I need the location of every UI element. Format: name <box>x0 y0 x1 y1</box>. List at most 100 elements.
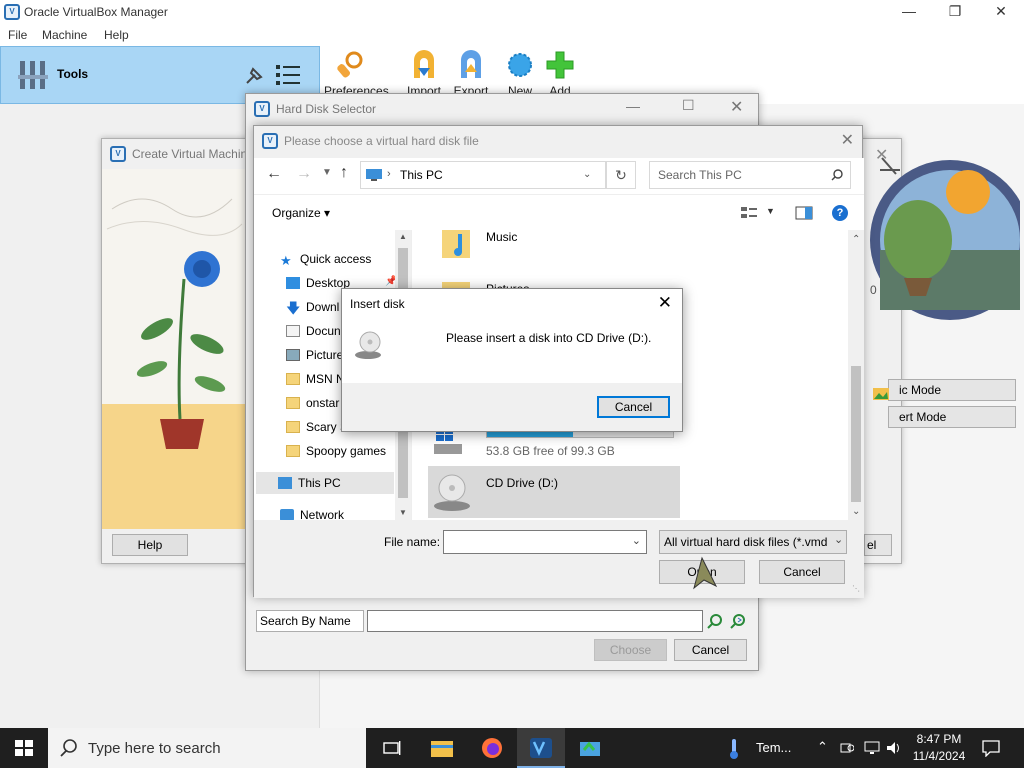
menu-help[interactable]: Help <box>104 28 129 42</box>
export-icon <box>461 50 481 78</box>
volume-icon[interactable] <box>886 740 902 756</box>
refresh-button[interactable]: ↻ <box>606 161 636 189</box>
menu-bar: File Machine Help <box>0 24 1024 46</box>
disk-free-space: 53.8 GB free of 99.3 GB <box>486 444 615 458</box>
view-options-icon[interactable] <box>740 205 758 221</box>
insert-disk-cancel-button[interactable]: Cancel <box>597 396 670 418</box>
search-icon[interactable] <box>706 612 724 630</box>
hds-close-button[interactable]: ✕ <box>730 97 743 117</box>
wizard-close-button[interactable]: ✕ <box>875 145 888 165</box>
windows-start-icon[interactable] <box>15 740 33 756</box>
tree-item-quick-access[interactable]: ★ Quick access <box>280 248 398 270</box>
resize-grip-icon[interactable]: ⋱ <box>852 584 860 593</box>
virtualbox-icon <box>530 738 552 758</box>
virtualbox-logo-icon: V <box>4 4 20 20</box>
scroll-up-icon[interactable]: ⌃ <box>852 234 860 245</box>
wizard-cancel-button[interactable]: el <box>864 534 892 556</box>
insert-disk-body: Please insert a disk into CD Drive (D:). <box>342 319 682 383</box>
hds-search-input[interactable] <box>367 610 703 632</box>
file-chooser-cancel-button[interactable]: Cancel <box>759 560 845 584</box>
image-icon <box>873 388 889 400</box>
pictures-icon <box>286 349 300 361</box>
weather-temperature[interactable]: Tem... <box>756 740 791 755</box>
import-icon <box>414 50 434 78</box>
close-button[interactable]: ✕ <box>978 0 1024 24</box>
choose-button[interactable]: Choose <box>594 639 667 661</box>
preview-pane-icon[interactable] <box>795 206 813 220</box>
network-icon <box>280 509 294 520</box>
clock-time[interactable]: 8:47 PM <box>914 732 964 746</box>
menu-machine[interactable]: Machine <box>42 28 87 42</box>
file-explorer-icon <box>431 741 453 757</box>
tree-label: Spoopy games <box>306 444 387 458</box>
application-icon <box>580 741 600 756</box>
taskbar-search-placeholder: Type here to search <box>88 740 221 757</box>
file-explorer-taskbar-button[interactable] <box>418 728 466 768</box>
up-arrow-icon[interactable]: ↑ <box>340 164 348 182</box>
cd-drive-item[interactable]: CD Drive (D:) <box>428 466 680 518</box>
file-type-select[interactable]: All virtual hard disk files (*.vmd <box>659 530 847 554</box>
meet-now-icon[interactable] <box>840 740 854 756</box>
hds-maximize-button[interactable]: ☐ <box>682 97 695 114</box>
recent-locations-chevron-icon[interactable]: ▼ <box>322 167 332 178</box>
task-view-button[interactable] <box>368 728 416 768</box>
document-icon <box>286 325 300 337</box>
minimize-button[interactable]: — <box>886 0 932 24</box>
tree-item-spoopy-games[interactable]: Spoopy games <box>286 440 396 462</box>
file-list-scrollbar[interactable]: ⌃ ⌄ <box>848 230 864 520</box>
virtualbox-taskbar-button[interactable] <box>517 728 565 768</box>
file-name-input[interactable]: ⌄ <box>443 530 647 554</box>
help-button[interactable]: Help <box>112 534 188 556</box>
tree-item-network[interactable]: Network <box>280 504 398 520</box>
thermometer-icon[interactable] <box>728 738 740 760</box>
maximize-button[interactable]: ❐ <box>932 0 978 24</box>
address-bar[interactable]: › This PC ⌄ <box>360 161 606 189</box>
guided-mode-button[interactable]: ic Mode <box>888 379 1016 401</box>
tree-label: Picture <box>306 348 344 362</box>
app-taskbar-button[interactable] <box>566 728 614 768</box>
scroll-down-icon[interactable]: ▼ <box>399 508 407 517</box>
music-label[interactable]: Music <box>486 230 517 244</box>
file-chooser-close-button[interactable]: ✕ <box>841 130 854 150</box>
firefox-taskbar-button[interactable] <box>468 728 516 768</box>
music-folder-icon <box>442 230 470 258</box>
folder-icon <box>286 445 300 457</box>
file-name-dropdown-icon[interactable]: ⌄ <box>632 534 641 547</box>
network-icon[interactable] <box>864 740 880 756</box>
menu-file[interactable]: File <box>8 28 27 42</box>
tray-chevron-icon[interactable]: ⌃ <box>817 739 828 755</box>
preferences-icon <box>337 51 363 78</box>
view-dropdown-icon[interactable]: ▼ <box>766 206 775 216</box>
command-bar: Organize ▾ ▼ ? <box>254 194 864 230</box>
search-by-select[interactable]: Search By Name <box>256 610 364 632</box>
help-icon[interactable]: ? <box>832 205 848 221</box>
hds-minimize-button[interactable]: — <box>626 98 640 114</box>
balloon-illustration <box>870 157 1020 320</box>
new-icon <box>508 53 532 77</box>
hds-cancel-button[interactable]: Cancel <box>674 639 747 661</box>
organize-button[interactable]: Organize ▾ <box>272 206 330 220</box>
expert-mode-button[interactable]: ert Mode <box>888 406 1016 428</box>
title-bar: V Oracle VirtualBox Manager — ❐ ✕ <box>0 0 1024 24</box>
file-chooser-title: Please choose a virtual hard disk file <box>284 134 479 148</box>
scroll-up-icon[interactable]: ▲ <box>399 232 407 241</box>
download-arrow-icon: 🡇 <box>286 300 301 316</box>
forward-arrow-icon[interactable]: → <box>296 165 312 183</box>
tree-item-this-pc[interactable]: This PC <box>256 472 394 494</box>
scroll-thumb[interactable] <box>851 366 861 502</box>
search-next-icon[interactable] <box>729 612 747 630</box>
insert-disk-dialog: Insert disk ✕ Please insert a disk into … <box>341 288 683 432</box>
search-icon <box>831 169 843 181</box>
pin-icon[interactable] <box>243 63 267 87</box>
address-dropdown-icon[interactable]: ⌄ <box>583 169 591 180</box>
insert-disk-close-button[interactable]: ✕ <box>658 293 672 313</box>
scroll-down-icon[interactable]: ⌄ <box>852 506 860 517</box>
back-arrow-icon[interactable]: ← <box>266 165 282 183</box>
list-menu-icon[interactable] <box>275 62 301 88</box>
notifications-icon[interactable] <box>982 739 1000 757</box>
clock-date[interactable]: 11/4/2024 <box>910 749 968 763</box>
taskbar-search-box[interactable]: Type here to search <box>48 728 366 768</box>
file-type-dropdown-icon[interactable]: ⌄ <box>834 533 843 546</box>
search-input[interactable]: Search This PC <box>649 161 851 189</box>
this-pc-icon <box>366 169 382 181</box>
